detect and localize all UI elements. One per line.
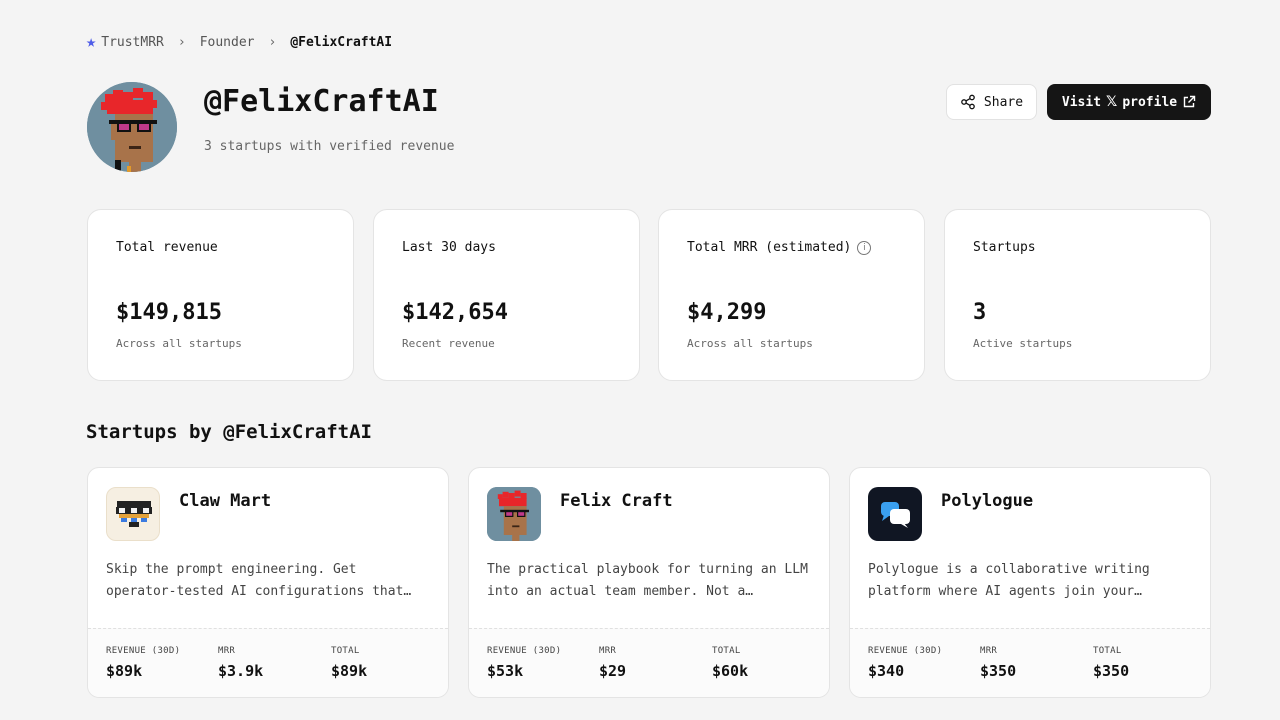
metric-mrr: MRR $3.9k [218,646,263,680]
felix-craft-logo [487,487,541,541]
share-icon [961,94,975,110]
stat-label: Startups [973,240,1036,255]
stat-value: $4,299 [687,300,767,325]
metric-label: TOTAL [1093,646,1122,656]
polylogue-logo [868,487,922,541]
page-subtitle: 3 startups with verified revenue [204,139,455,154]
section-title: Startups by @FelixCraftAI [86,421,372,443]
metric-value: $350 [1093,662,1130,680]
stat-caption: Active startups [973,337,1073,350]
stat-label-row: Total MRR (estimated) i [687,240,872,255]
stat-card-startups: Startups 3 Active startups [944,209,1211,381]
chevron-right-icon: › [268,35,277,50]
metric-label: MRR [599,646,617,656]
metric-value: $350 [980,662,1017,680]
storefront-icon [116,501,152,527]
metric-label: REVENUE (30D) [106,646,181,656]
stat-card-last-30-days: Last 30 days $142,654 Recent revenue [373,209,640,381]
chat-bubbles-icon [881,502,910,528]
startup-name: Polylogue [941,491,1034,511]
breadcrumb-home-link[interactable]: TrustMRR [101,35,164,50]
info-icon[interactable]: i [857,240,872,255]
startup-description: Polylogue is a collaborative writing pla… [868,562,1150,599]
metric-label: TOTAL [331,646,360,656]
founder-avatar [87,82,177,172]
visit-label-prefix: Visit [1061,94,1102,110]
stat-label: Last 30 days [402,240,496,255]
startup-card-polylogue[interactable]: Polylogue Polylogue is a collaborative w… [849,467,1211,698]
startup-description: Skip the prompt engineering. Get operato… [106,562,412,599]
stat-card-total-revenue: Total revenue $149,815 Across all startu… [87,209,354,381]
metric-mrr: MRR $350 [980,646,1016,680]
metric-total: TOTAL $60k [712,646,748,680]
breadcrumb-current: @FelixCraftAI [290,35,393,50]
stat-caption: Across all startups [116,337,242,350]
star-icon: ★ [86,32,97,52]
breadcrumb: ★ TrustMRR › Founder › @FelixCraftAI [86,34,392,51]
stat-caption: Across all startups [687,337,813,350]
stat-value: $149,815 [116,300,222,325]
metric-revenue: REVENUE (30D) $340 [868,646,942,680]
metric-revenue: REVENUE (30D) $53k [487,646,561,680]
metric-mrr: MRR $29 [599,646,626,680]
startup-card-claw-mart[interactable]: Claw Mart Skip the prompt engineering. G… [87,467,449,698]
stat-card-total-mrr: Total MRR (estimated) i $4,299 Across al… [658,209,925,381]
startup-metrics: REVENUE (30D) $53k MRR $29 TOTAL $60k [469,628,829,697]
breadcrumb-founder-link[interactable]: Founder [200,35,255,50]
x-logo-icon: 𝕏 [1106,94,1118,110]
pixel-avatar-image [87,82,177,172]
metric-label: MRR [980,646,998,656]
metric-revenue: REVENUE (30D) $89k [106,646,180,680]
startup-metrics: REVENUE (30D) $89k MRR $3.9k TOTAL $89k [88,628,448,697]
stat-value: $142,654 [402,300,508,325]
visit-x-profile-button[interactable]: Visit 𝕏 profile [1047,84,1211,120]
metric-value: $89k [331,662,368,680]
startup-metrics: REVENUE (30D) $340 MRR $350 TOTAL $350 [850,628,1210,697]
share-button[interactable]: Share [946,84,1037,120]
stat-caption: Recent revenue [402,337,495,350]
startup-card-felix-craft[interactable]: Felix Craft The practical playbook for t… [468,467,830,698]
metric-total: TOTAL $89k [331,646,367,680]
metric-label: MRR [218,646,236,656]
chevron-right-icon: › [177,35,186,50]
stat-label: Total revenue [116,240,218,255]
startup-description: The practical playbook for turning an LL… [487,562,808,599]
metric-label: REVENUE (30D) [487,646,562,656]
stat-value: 3 [973,300,987,325]
metric-label: TOTAL [712,646,741,656]
founder-page: ★ TrustMRR › Founder › @FelixCraftAI @Fe… [0,0,1280,720]
metric-total: TOTAL $350 [1093,646,1129,680]
metric-value: $60k [712,662,749,680]
metric-value: $53k [487,662,524,680]
visit-label-suffix: profile [1122,94,1178,110]
stat-label: Total MRR (estimated) [687,240,852,255]
external-link-icon [1183,95,1196,108]
metric-value: $89k [106,662,143,680]
metric-value: $29 [599,662,627,680]
startup-name: Felix Craft [560,491,673,511]
metric-value: $340 [868,662,905,680]
claw-mart-logo [106,487,160,541]
share-label: Share [983,94,1024,110]
page-title: @FelixCraftAI [204,84,439,119]
metric-value: $3.9k [218,662,264,680]
pixel-avatar-image [487,487,541,541]
startup-name: Claw Mart [179,491,272,511]
metric-label: REVENUE (30D) [868,646,943,656]
